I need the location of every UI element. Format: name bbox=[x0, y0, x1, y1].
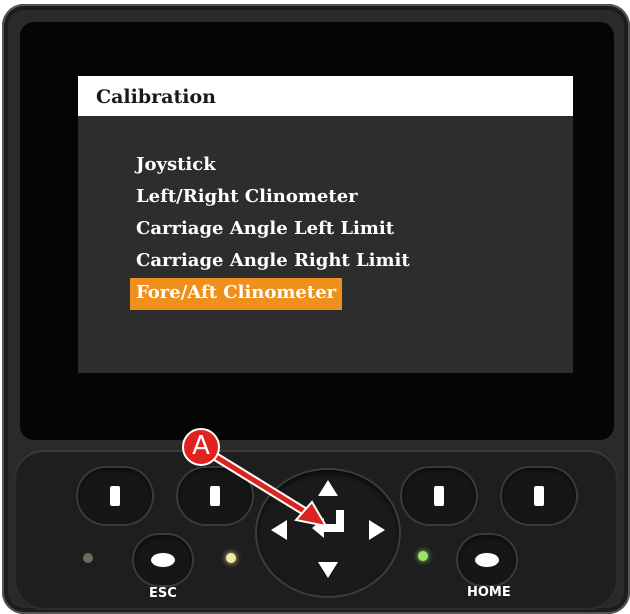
down-arrow-icon[interactable] bbox=[318, 562, 338, 578]
screen-header: Calibration bbox=[78, 76, 573, 116]
status-led-right bbox=[418, 551, 428, 561]
status-led-middle bbox=[226, 553, 236, 563]
soft-key-1-marker bbox=[110, 486, 120, 506]
menu-item-carriage-angle-left-limit[interactable]: Carriage Angle Left Limit bbox=[130, 214, 400, 246]
right-arrow-icon[interactable] bbox=[369, 520, 385, 540]
esc-button-marker bbox=[151, 553, 175, 567]
soft-key-3[interactable] bbox=[402, 468, 476, 524]
home-button-marker bbox=[475, 553, 499, 567]
soft-key-4-marker bbox=[534, 486, 544, 506]
home-button[interactable] bbox=[458, 535, 516, 585]
menu-item-fore-aft-clinometer[interactable]: Fore/Aft Clinometer bbox=[130, 278, 343, 310]
esc-label: ESC bbox=[149, 586, 177, 601]
soft-key-3-marker bbox=[434, 486, 444, 506]
callout-badge: A bbox=[182, 428, 220, 466]
status-led-left bbox=[83, 553, 93, 563]
esc-button[interactable] bbox=[134, 535, 192, 585]
menu-item-carriage-angle-right-limit[interactable]: Carriage Angle Right Limit bbox=[130, 246, 416, 278]
page-title: Calibration bbox=[96, 86, 216, 108]
soft-key-4[interactable] bbox=[502, 468, 576, 524]
home-label: HOME bbox=[467, 585, 511, 600]
display-screen: Calibration Joystick Left/Right Clinomet… bbox=[78, 76, 573, 373]
callout-arrow-icon bbox=[203, 447, 328, 528]
menu-item-joystick[interactable]: Joystick bbox=[130, 150, 222, 182]
soft-key-1[interactable] bbox=[78, 468, 152, 524]
menu-item-left-right-clinometer[interactable]: Left/Right Clinometer bbox=[130, 182, 364, 214]
calibration-menu: Joystick Left/Right Clinometer Carriage … bbox=[130, 150, 556, 310]
